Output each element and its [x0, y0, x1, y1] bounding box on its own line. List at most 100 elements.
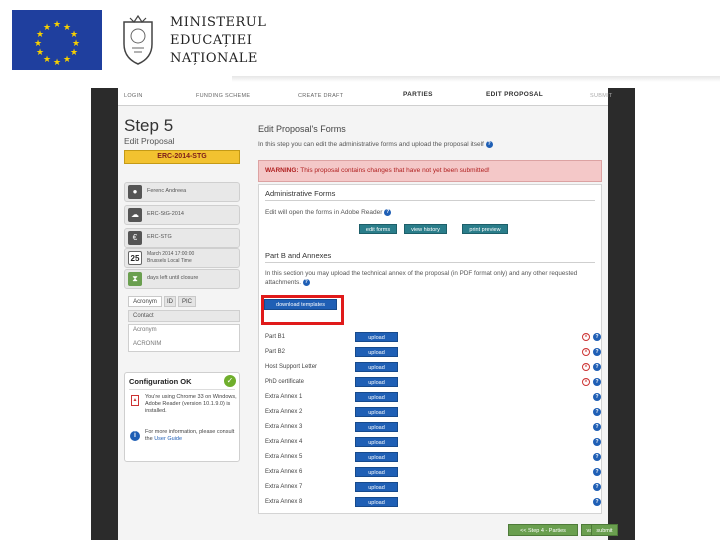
upload-button[interactable]: upload — [355, 392, 398, 402]
tab-pic[interactable]: PIC — [178, 296, 196, 307]
tab-acronym[interactable]: Acronym — [128, 296, 162, 307]
part-b-desc-text: In this section you may upload the techn… — [265, 270, 578, 286]
info-icon: i — [130, 431, 140, 441]
admin-desc-text: Edit will open the forms in Adobe Reader — [265, 209, 383, 217]
print-preview-button[interactable]: print preview — [462, 224, 508, 234]
upload-button[interactable]: upload — [355, 422, 398, 432]
form-description-text: In this step you can edit the administra… — [258, 141, 484, 149]
calendar-icon: 25 — [128, 251, 142, 265]
upload-button[interactable]: upload — [355, 497, 398, 507]
upload-button[interactable]: upload — [355, 482, 398, 492]
help-icon[interactable]: ? — [593, 408, 601, 416]
help-icon[interactable]: ? — [593, 423, 601, 431]
upload-button[interactable]: upload — [355, 437, 398, 447]
svg-text:★: ★ — [70, 48, 78, 58]
tab-id[interactable]: ID — [164, 296, 176, 307]
configuration-divider — [129, 389, 235, 390]
upload-button[interactable]: upload — [355, 362, 398, 372]
edit-forms-button[interactable]: edit forms — [359, 224, 397, 234]
attachment-row: Extra Annex 5 upload? — [259, 450, 601, 465]
acronym-value: ACRONIM — [133, 341, 162, 347]
attachment-row: Host Support Letter upload ×? — [259, 360, 601, 375]
section-divider — [265, 262, 595, 263]
attachment-label: Extra Annex 7 — [265, 484, 303, 490]
help-icon[interactable]: ? — [593, 438, 601, 446]
attachment-label: Extra Annex 4 — [265, 439, 303, 445]
upload-button[interactable]: upload — [355, 467, 398, 477]
upload-button[interactable]: upload — [355, 332, 398, 342]
help-icon[interactable]: ? — [593, 363, 601, 371]
warning-text: This proposal contains changes that have… — [300, 167, 490, 174]
wizard-step-funding-scheme[interactable]: FUNDING SCHEME — [196, 93, 250, 99]
svg-text:★: ★ — [36, 48, 44, 58]
wizard-step-edit-proposal[interactable]: EDIT PROPOSAL — [486, 91, 543, 98]
svg-text:★: ★ — [53, 58, 61, 68]
attachment-row: PhD certificate upload ×? — [259, 375, 601, 390]
contact-tab[interactable]: Contact — [128, 310, 240, 322]
delete-icon[interactable]: × — [582, 363, 590, 371]
wizard-steps-bar: LOGIN FUNDING SCHEME CREATE DRAFT PARTIE… — [118, 88, 612, 106]
help-icon[interactable]: ? — [593, 333, 601, 341]
upload-button[interactable]: upload — [355, 452, 398, 462]
attachment-row: Extra Annex 6 upload? — [259, 465, 601, 480]
forms-panel: Administrative Forms Edit will open the … — [258, 184, 602, 514]
help-icon[interactable]: ? — [302, 278, 310, 286]
svg-text:★: ★ — [53, 20, 61, 30]
ministry-line-1: MINISTERUL — [170, 15, 267, 30]
delete-icon[interactable]: × — [582, 378, 590, 386]
step-subtitle: Edit Proposal — [124, 136, 175, 146]
header-divider — [232, 76, 720, 82]
deadline-date: March 2014 17:00:00 — [147, 251, 195, 257]
proposal-page: LOGIN FUNDING SCHEME CREATE DRAFT PARTIE… — [118, 88, 612, 540]
attachment-row: Part B1 upload ×? — [259, 330, 601, 345]
ministry-line-3: NAȚIONALE — [170, 51, 258, 66]
wizard-step-create-draft[interactable]: CREATE DRAFT — [298, 93, 343, 99]
warning-label: WARNING: — [265, 167, 299, 174]
help-icon[interactable]: ? — [593, 468, 601, 476]
attachment-label: PhD certificate — [265, 379, 305, 385]
delete-icon[interactable]: × — [582, 348, 590, 356]
svg-text:★: ★ — [43, 23, 51, 33]
help-icon[interactable]: ? — [593, 378, 601, 386]
ministry-line-2: EDUCAȚIEI — [170, 33, 253, 48]
wizard-step-parties[interactable]: PARTIES — [403, 91, 433, 98]
part-b-description: In this section you may upload the techn… — [265, 269, 595, 287]
attachment-row: Extra Annex 2 upload? — [259, 405, 601, 420]
back-to-parties-button[interactable]: << Step 4 - Parties — [508, 524, 578, 536]
svg-text:★: ★ — [34, 39, 42, 49]
form-title: Edit Proposal's Forms — [258, 124, 346, 134]
cloud-icon: ☁ — [128, 208, 142, 222]
form-description: In this step you can edit the administra… — [258, 141, 493, 148]
user-guide-link[interactable]: User Guide — [154, 436, 182, 442]
upload-button[interactable]: upload — [355, 377, 398, 387]
configuration-browser-text: You're using Chrome 33 on Windows, Adobe… — [145, 394, 237, 414]
section-divider — [265, 200, 595, 201]
user-name: Ferenc Andreea — [147, 188, 187, 194]
days-left-text: days left until closure — [147, 275, 199, 281]
call-name: ERC-StG-2014 — [147, 211, 184, 217]
delete-icon[interactable]: × — [582, 333, 590, 341]
warning-banner: WARNING: This proposal contains changes … — [258, 160, 602, 182]
eu-flag-logo: ★ ★ ★ ★ ★ ★ ★ ★ ★ ★ ★ ★ — [12, 10, 102, 70]
hourglass-icon: ⧗ — [128, 272, 142, 286]
wizard-step-login[interactable]: LOGIN — [124, 93, 143, 99]
view-history-button[interactable]: view history — [404, 224, 447, 234]
help-icon[interactable]: ? — [593, 483, 601, 491]
help-icon[interactable]: ? — [485, 141, 493, 148]
help-icon[interactable]: ? — [593, 348, 601, 356]
upload-button[interactable]: upload — [355, 407, 398, 417]
acronym-label: Acronym — [133, 327, 157, 333]
acronym-box: Acronym ACRONIM — [128, 324, 240, 352]
submit-button[interactable]: submit — [591, 524, 618, 536]
more-info-text: For more information, please consult the… — [145, 429, 237, 443]
upload-button[interactable]: upload — [355, 347, 398, 357]
help-icon[interactable]: ? — [593, 498, 601, 506]
attachment-row: Extra Annex 8 upload? — [259, 495, 601, 510]
help-icon[interactable]: ? — [593, 453, 601, 461]
attachment-label: Part B1 — [265, 334, 286, 340]
download-templates-button[interactable]: download templates — [264, 299, 337, 310]
check-icon: ✓ — [224, 375, 236, 387]
help-icon[interactable]: ? — [384, 209, 392, 216]
help-icon[interactable]: ? — [593, 393, 601, 401]
attachment-label: Extra Annex 1 — [265, 394, 303, 400]
